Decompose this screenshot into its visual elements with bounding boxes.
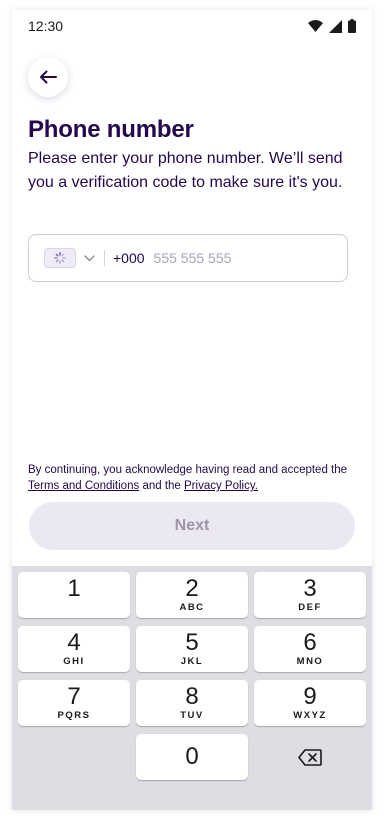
key-letters: ABC [179,602,205,613]
app-screen: 12:30 Phone number Please enter your pho… [12,10,372,810]
legal-prefix: By continuing, you acknowledge having re… [28,464,348,476]
privacy-link[interactable]: Privacy Policy. [184,480,258,492]
page-title: Phone number [28,116,194,143]
key-7[interactable]: 7 PQRS [18,680,130,726]
dial-code: +000 [113,250,145,266]
backspace-key[interactable] [254,734,366,780]
key-letters: DEF [298,602,322,613]
backspace-icon [298,748,322,766]
key-1[interactable]: 1 [18,572,130,618]
country-code-selector[interactable] [44,235,95,281]
legal-notice: By continuing, you acknowledge having re… [28,462,358,494]
key-8[interactable]: 8 TUV [136,680,248,726]
battery-icon [348,19,356,33]
numeric-keypad: 1 2 ABC 3 DEF 4 GHI 5 JKL 6 MNO 7 PQRS 8 [12,566,372,810]
key-letters: MNO [296,656,324,667]
terms-link[interactable]: Terms and Conditions [28,480,139,492]
status-time: 12:30 [28,18,64,34]
page-subtitle: Please enter your phone number. We’ll se… [28,150,343,191]
signal-icon [329,19,342,33]
back-button[interactable] [28,57,68,97]
next-button[interactable]: Next [29,502,355,550]
key-digit: 6 [303,629,317,656]
legal-middle: and the [142,480,181,492]
key-2[interactable]: 2 ABC [136,572,248,618]
key-9[interactable]: 9 WXYZ [254,680,366,726]
key-digit: 1 [67,575,81,602]
country-flag [44,248,76,268]
wifi-icon [308,20,323,32]
key-digit: 8 [185,683,199,710]
key-letters: TUV [180,710,204,721]
key-letters: WXYZ [293,710,327,721]
loading-spinner-icon [54,252,66,264]
chevron-down-icon [84,254,95,261]
key-digit: 0 [185,743,199,770]
key-digit: 9 [303,683,317,710]
arrow-left-icon [40,70,57,84]
key-digit: 4 [67,629,81,656]
key-letters: GHI [63,656,85,667]
key-0[interactable]: 0 [136,734,248,780]
key-digit: 2 [185,575,199,602]
key-letters: PQRS [57,710,91,721]
key-digit: 3 [303,575,317,602]
status-icons [308,19,356,33]
key-digit: 5 [185,629,199,656]
key-letters: JKL [180,656,204,667]
phone-number-field[interactable]: +000 [28,234,348,282]
key-4[interactable]: 4 GHI [18,626,130,672]
status-bar: 12:30 [12,10,372,44]
key-3[interactable]: 3 DEF [254,572,366,618]
key-5[interactable]: 5 JKL [136,626,248,672]
key-digit: 7 [67,683,81,710]
key-6[interactable]: 6 MNO [254,626,366,672]
phone-number-input[interactable] [153,250,314,266]
field-divider [104,250,105,266]
